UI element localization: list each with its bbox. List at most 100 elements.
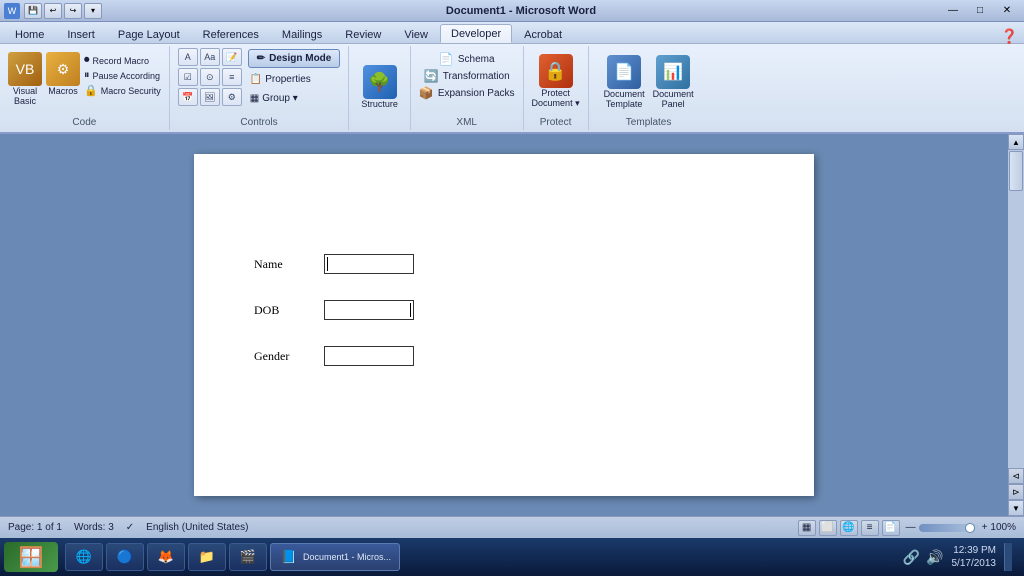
ctrl-icon-5[interactable]: ⊙ [200,68,220,86]
scroll-up-button[interactable]: ▲ [1008,134,1024,150]
show-desktop-btn[interactable] [1004,543,1012,571]
title-bar: W 💾 ↩ ↪ ▾ Document1 - Microsoft Word — □… [0,0,1024,22]
structure-button[interactable]: 🌳 Structure [357,61,402,113]
document-area: Name DOB Gender [0,134,1008,516]
ctrl-icon-1[interactable]: A [178,48,198,66]
volume-icon[interactable]: 🔊 [926,549,943,566]
visual-basic-button[interactable]: VB VisualBasic [8,52,42,106]
properties-button[interactable]: 📋 Properties [248,72,341,87]
draft-btn[interactable]: 📄 [882,520,900,536]
outline-btn[interactable]: ≡ [861,520,879,536]
macros-label: Macros [48,86,78,96]
code-group-label: Code [72,115,96,128]
macro-security-button[interactable]: 🔒 Macro Security [84,84,161,97]
tab-review[interactable]: Review [334,25,392,43]
structure-icon: 🌳 [363,65,397,99]
dob-field-row: DOB [254,300,754,320]
ctrl-icon-4[interactable]: ☑ [178,68,198,86]
pause-recording-button[interactable]: ⏸ Pause According [84,69,161,82]
ribbon-group-xml: 📄 Schema 🔄 Transformation 📦 Expansion Pa… [411,46,524,130]
name-label: Name [254,257,324,272]
taskbar-app-ie[interactable]: 🌐 [65,543,103,571]
templates-group-label: Templates [626,115,672,128]
status-bar: Page: 1 of 1 Words: 3 ✓ English (United … [0,516,1024,538]
tab-home[interactable]: Home [4,25,55,43]
full-screen-btn[interactable]: ⬜ [819,520,837,536]
group-button[interactable]: ▦ Group ▾ [248,91,341,106]
ctrl-icon-3[interactable]: 📝 [222,48,242,66]
document-template-button[interactable]: 📄 DocumentTemplate [604,55,645,109]
expansion-icon: 📦 [419,86,434,100]
document-panel-button[interactable]: 📊 DocumentPanel [653,55,694,109]
taskbar-app-word[interactable]: 📘 Document1 - Micros... [270,543,400,571]
zoom-out-btn[interactable]: — [906,522,916,533]
zoom-controls: — + 100% [906,522,1016,533]
minimize-button[interactable]: — [940,2,966,20]
ctrl-icon-6[interactable]: ≡ [222,68,242,86]
system-clock[interactable]: 12:39 PM 5/17/2013 [952,544,997,570]
tab-acrobat[interactable]: Acrobat [513,25,573,43]
record-macro-button[interactable]: ⏺ Record Macro [84,54,161,67]
ribbon-group-controls: A Aa 📝 ☑ ⊙ ≡ 📅 🖼 ⚙ [170,46,350,130]
tab-mailings[interactable]: Mailings [271,25,333,43]
zoom-level[interactable]: 100% [990,522,1016,533]
taskbar-app-chrome[interactable]: 🔵 [106,543,144,571]
title-bar-left: W 💾 ↩ ↪ ▾ [4,3,102,19]
cursor-dob [410,303,411,317]
close-button[interactable]: ✕ [994,2,1020,20]
maximize-button[interactable]: □ [967,2,993,20]
taskbar-app-explorer[interactable]: 📁 [188,543,226,571]
ribbon-group-code: VB VisualBasic ⚙ Macros ⏺ Record Macro ⏸… [0,46,170,130]
tab-developer[interactable]: Developer [440,24,512,43]
zoom-in-btn[interactable]: + [982,522,988,533]
protect-label: ProtectDocument ▾ [532,88,580,109]
taskbar-app-firefox[interactable]: 🦊 [147,543,185,571]
dob-input[interactable] [324,300,414,320]
scroll-section-up[interactable]: ⊲ [1008,468,1024,484]
name-input[interactable] [324,254,414,274]
tab-page-layout[interactable]: Page Layout [107,25,191,43]
tab-references[interactable]: References [192,25,270,43]
network-icon[interactable]: 🔗 [903,549,920,566]
print-layout-btn[interactable]: ▦ [798,520,816,536]
transformation-button[interactable]: 🔄 Transformation [424,69,510,83]
ctrl-icon-7[interactable]: 📅 [178,88,198,106]
schema-button[interactable]: 📄 Schema [439,52,495,66]
protect-document-button[interactable]: 🔒 ProtectDocument ▾ [532,54,580,109]
word-icon: 📘 [279,547,299,567]
scroll-thumb[interactable] [1009,151,1023,191]
ctrl-icon-8[interactable]: 🖼 [200,88,220,106]
help-icon[interactable]: ❓ [1001,28,1018,45]
gender-field-row: Gender [254,346,754,366]
explorer-icon: 📁 [197,547,217,567]
design-mode-icon: ✏ [257,53,265,64]
expansion-packs-button[interactable]: 📦 Expansion Packs [419,86,515,100]
gender-input[interactable] [324,346,414,366]
scroll-section-down[interactable]: ⊳ [1008,484,1024,500]
doc-template-icon: 📄 [607,55,641,89]
status-right: ▦ ⬜ 🌐 ≡ 📄 — + 100% [798,520,1016,536]
design-mode-label: Design Mode [269,53,331,64]
protect-icon: 🔒 [539,54,573,88]
ctrl-icon-9[interactable]: ⚙ [222,88,242,106]
zoom-slider[interactable] [919,524,979,532]
dob-label: DOB [254,303,324,318]
web-layout-btn[interactable]: 🌐 [840,520,858,536]
tab-insert[interactable]: Insert [56,25,106,43]
tab-view[interactable]: View [393,25,439,43]
quick-redo[interactable]: ↪ [64,3,82,19]
visual-basic-icon: VB [8,52,42,86]
spell-icon[interactable]: ✓ [126,522,134,533]
quick-dropdown[interactable]: ▾ [84,3,102,19]
start-button[interactable]: 🪟 [4,542,58,572]
quick-undo[interactable]: ↩ [44,3,62,19]
schema-icon: 📄 [439,52,454,66]
language-status[interactable]: English (United States) [146,522,248,533]
design-mode-button[interactable]: ✏ Design Mode [248,49,341,68]
macros-button[interactable]: ⚙ Macros [46,52,80,96]
taskbar-app-media[interactable]: 🎬 [229,543,267,571]
scroll-down-button[interactable]: ▼ [1008,500,1024,516]
quick-save[interactable]: 💾 [24,3,42,19]
ctrl-icon-2[interactable]: Aa [200,48,220,66]
view-buttons: ▦ ⬜ 🌐 ≡ 📄 [798,520,900,536]
